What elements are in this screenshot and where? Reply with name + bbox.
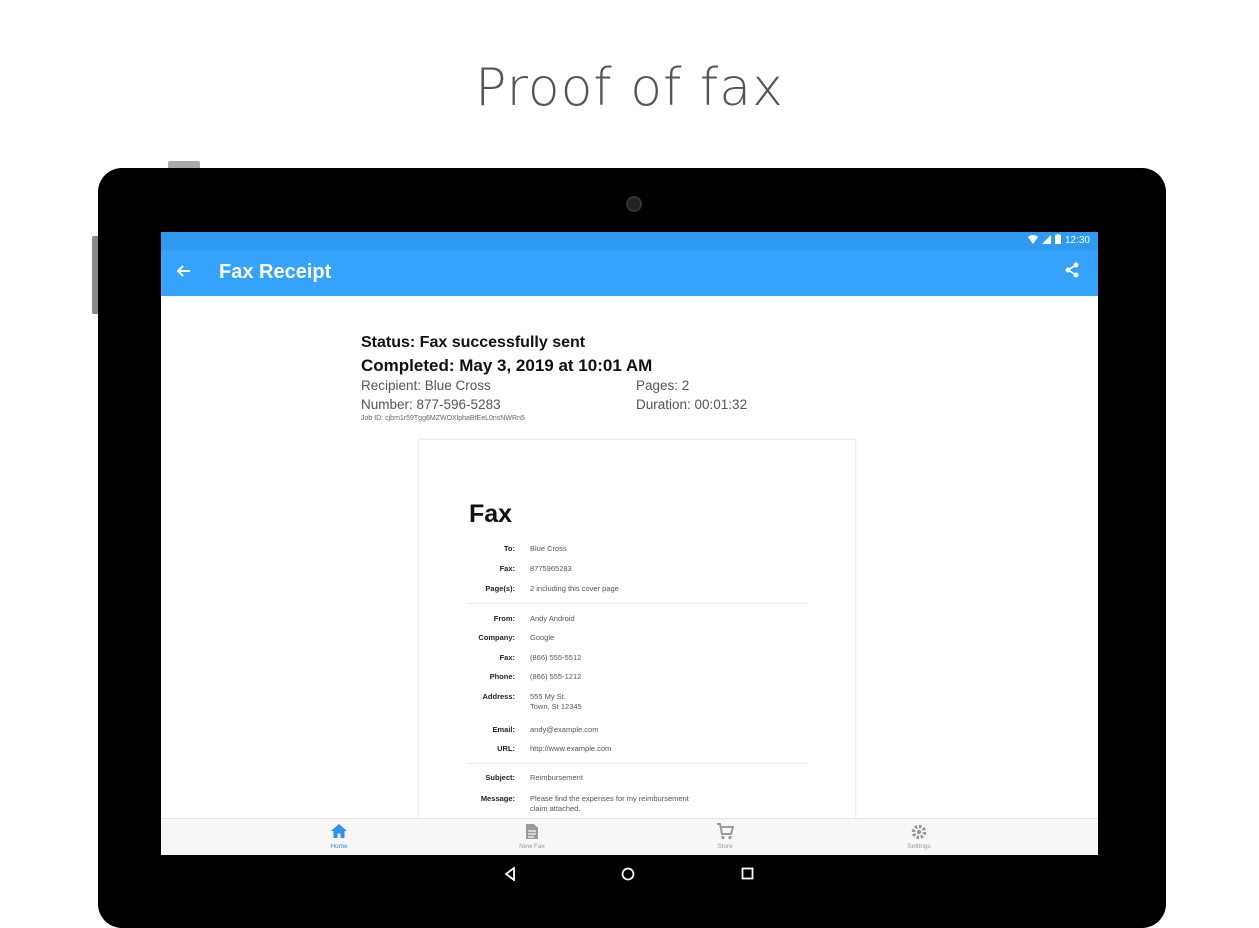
tablet-screen: 12:30 Fax Receipt Status: Fax successful…	[161, 232, 1098, 855]
field-label: Page(s):	[485, 584, 515, 593]
receipt-recipient: Recipient: Blue Cross	[361, 378, 491, 393]
signal-icon	[1041, 234, 1051, 247]
nav-item-store[interactable]: Store	[665, 823, 785, 850]
divider	[467, 603, 807, 604]
field-value: Reimbursement	[530, 773, 583, 782]
system-navigation-bar	[161, 855, 1098, 900]
field-value: Please find the expenses for my reimburs…	[530, 794, 689, 803]
system-home-icon[interactable]	[621, 867, 635, 884]
nav-item-new-fax[interactable]: New Fax	[472, 823, 592, 850]
share-icon[interactable]	[1064, 262, 1084, 282]
field-label: Fax:	[499, 564, 515, 573]
home-icon	[279, 823, 399, 841]
field-value: (866) 555-1212	[530, 672, 582, 681]
receipt-completed: Completed: May 3, 2019 at 10:01 AM	[361, 356, 653, 375]
field-label: To:	[503, 544, 515, 553]
field-label: Email:	[492, 725, 515, 734]
system-recents-icon[interactable]	[741, 867, 754, 883]
field-value: Google	[530, 633, 555, 642]
field-label: Fax:	[499, 653, 515, 662]
divider	[467, 763, 807, 764]
field-value-line2: claim attached.	[530, 804, 581, 813]
field-value: 555 My St.	[530, 692, 566, 701]
system-back-icon[interactable]	[504, 866, 516, 884]
cover-page-title: Fax	[469, 500, 513, 528]
field-value: (866) 555-5512	[530, 653, 582, 662]
field-value: http://www.example.com	[530, 744, 612, 753]
headline: Proof of fax	[475, 58, 784, 118]
nav-item-home[interactable]: Home	[279, 823, 399, 850]
cart-icon	[665, 823, 785, 841]
receipt-pages: Pages: 2	[636, 378, 690, 393]
field-label: URL:	[497, 744, 515, 753]
nav-label: Store	[717, 843, 733, 850]
field-label: Address:	[482, 692, 515, 701]
receipt-content: Status: Fax successfully sent Completed:…	[161, 296, 1098, 841]
document-icon	[472, 823, 592, 841]
field-value: Blue Cross	[530, 544, 567, 553]
field-label: From:	[493, 614, 515, 623]
receipt-job-id: Job ID: cjbm1r59Tgg6MZWOXlphaBtEeL0nsNWR…	[361, 415, 525, 422]
field-label: Phone:	[489, 672, 515, 681]
battery-icon	[1054, 234, 1061, 247]
field-value: Andy Android	[530, 614, 575, 623]
app-title: Fax Receipt	[219, 261, 332, 283]
status-time: 12:30	[1064, 235, 1090, 246]
field-label: Company:	[478, 633, 515, 642]
nav-item-settings[interactable]: Settings	[859, 823, 979, 850]
nav-label: New Fax	[519, 843, 545, 850]
field-value: 2 including this cover page	[530, 584, 619, 593]
nav-label: Settings	[907, 843, 931, 850]
back-arrow-icon[interactable]	[176, 260, 191, 284]
field-label: Subject:	[485, 773, 515, 782]
field-value-line2: Town, St 12345	[530, 702, 582, 711]
status-bar: 12:30	[161, 232, 1098, 250]
field-value: 8775965283	[530, 564, 572, 573]
field-label: Message:	[480, 794, 515, 803]
gear-icon	[859, 823, 979, 841]
field-value: andy@example.com	[530, 725, 599, 734]
receipt-number: Number: 877-596-5283	[361, 397, 501, 412]
bottom-navigation: Home New Fax Store Settings	[161, 818, 1098, 855]
fax-cover-page-preview: Fax To: Blue Cross Fax: 8775965283 Page(…	[418, 439, 856, 841]
camera-icon	[626, 196, 642, 212]
wifi-icon	[1027, 234, 1038, 247]
receipt-status: Status: Fax successfully sent	[361, 334, 586, 351]
app-bar: Fax Receipt	[161, 250, 1098, 296]
nav-label: Home	[330, 843, 348, 850]
receipt-duration: Duration: 00:01:32	[636, 397, 748, 412]
